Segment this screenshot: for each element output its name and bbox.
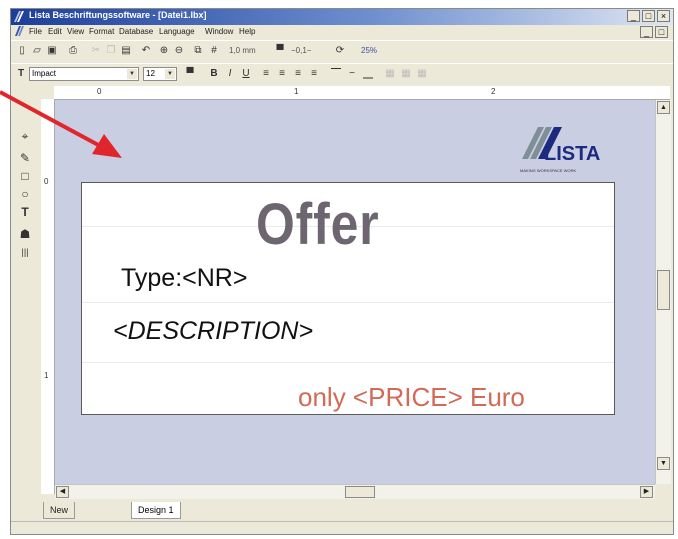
- underline-button[interactable]: U: [239, 67, 253, 81]
- ruler-h-label: 2: [491, 87, 496, 96]
- fill-color-icon[interactable]: ▀: [273, 44, 287, 58]
- horizontal-scrollbar[interactable]: ◀ ▶: [55, 484, 655, 499]
- disabled-tool-icon[interactable]: ▦: [399, 67, 413, 81]
- line-style-readout[interactable]: −0,1−: [291, 46, 311, 55]
- justify-icon[interactable]: ≡: [307, 67, 321, 81]
- zoom-level[interactable]: 25%: [361, 46, 377, 55]
- tab-design-1[interactable]: Design 1: [131, 502, 181, 519]
- align-left-icon[interactable]: ≡: [259, 67, 273, 81]
- bold-button[interactable]: B: [207, 67, 221, 81]
- scroll-up-icon[interactable]: ▲: [657, 101, 670, 114]
- doc-minimize-button[interactable]: _: [640, 26, 653, 38]
- disabled-tool-icon[interactable]: ▦: [415, 67, 429, 81]
- close-button[interactable]: ×: [657, 10, 670, 22]
- menu-help[interactable]: Help: [239, 27, 255, 36]
- menu-window[interactable]: Window: [205, 27, 233, 36]
- align-center-icon[interactable]: ≡: [275, 67, 289, 81]
- guide-line: [82, 362, 614, 363]
- label-description-field[interactable]: <DESCRIPTION>: [113, 316, 313, 346]
- text-tool-icon[interactable]: T: [17, 204, 33, 220]
- disabled-tool-icon[interactable]: ▦: [383, 67, 397, 81]
- label-price-field[interactable]: only <PRICE> Euro: [298, 382, 525, 412]
- doc-restore-button[interactable]: □: [655, 26, 668, 38]
- minimize-button[interactable]: _: [627, 10, 640, 22]
- label-title-text[interactable]: Offer: [256, 195, 379, 255]
- italic-button[interactable]: I: [223, 67, 237, 81]
- valign-bottom-icon[interactable]: ⎽: [361, 67, 375, 81]
- guide-line: [82, 302, 614, 303]
- vertical-scroll-thumb[interactable]: [657, 270, 670, 310]
- barcode-tool-icon[interactable]: |||: [17, 244, 33, 260]
- status-bar: [11, 521, 673, 534]
- image-tool-icon[interactable]: ☗: [17, 226, 33, 242]
- vertical-scrollbar[interactable]: ▲ ▼: [655, 100, 671, 484]
- design-tabs: New Design 1: [41, 499, 670, 521]
- valign-top-icon[interactable]: ⎺: [329, 67, 343, 81]
- tab-new[interactable]: New: [43, 502, 76, 519]
- ruler-v-label: 1: [44, 371, 49, 380]
- horizontal-scroll-thumb[interactable]: [345, 486, 375, 498]
- ruler-h-label: 1: [294, 87, 299, 96]
- maximize-button[interactable]: □: [642, 10, 655, 22]
- logo-name: LISTA: [544, 143, 601, 165]
- scroll-right-icon[interactable]: ▶: [640, 486, 653, 498]
- rotate-icon[interactable]: ⟳: [333, 44, 347, 58]
- scroll-left-icon[interactable]: ◀: [56, 486, 69, 498]
- scroll-down-icon[interactable]: ▼: [657, 457, 670, 470]
- logo-tagline: MAKING WORKSPACE WORK: [520, 168, 577, 173]
- annotation-arrow: [0, 90, 122, 158]
- align-right-icon[interactable]: ≡: [291, 67, 305, 81]
- label-type-field[interactable]: Type:<NR>: [121, 263, 247, 293]
- grid-icon[interactable]: #: [207, 44, 221, 58]
- valign-middle-icon[interactable]: −: [345, 67, 359, 81]
- line-width-readout[interactable]: 1,0 mm: [229, 46, 256, 55]
